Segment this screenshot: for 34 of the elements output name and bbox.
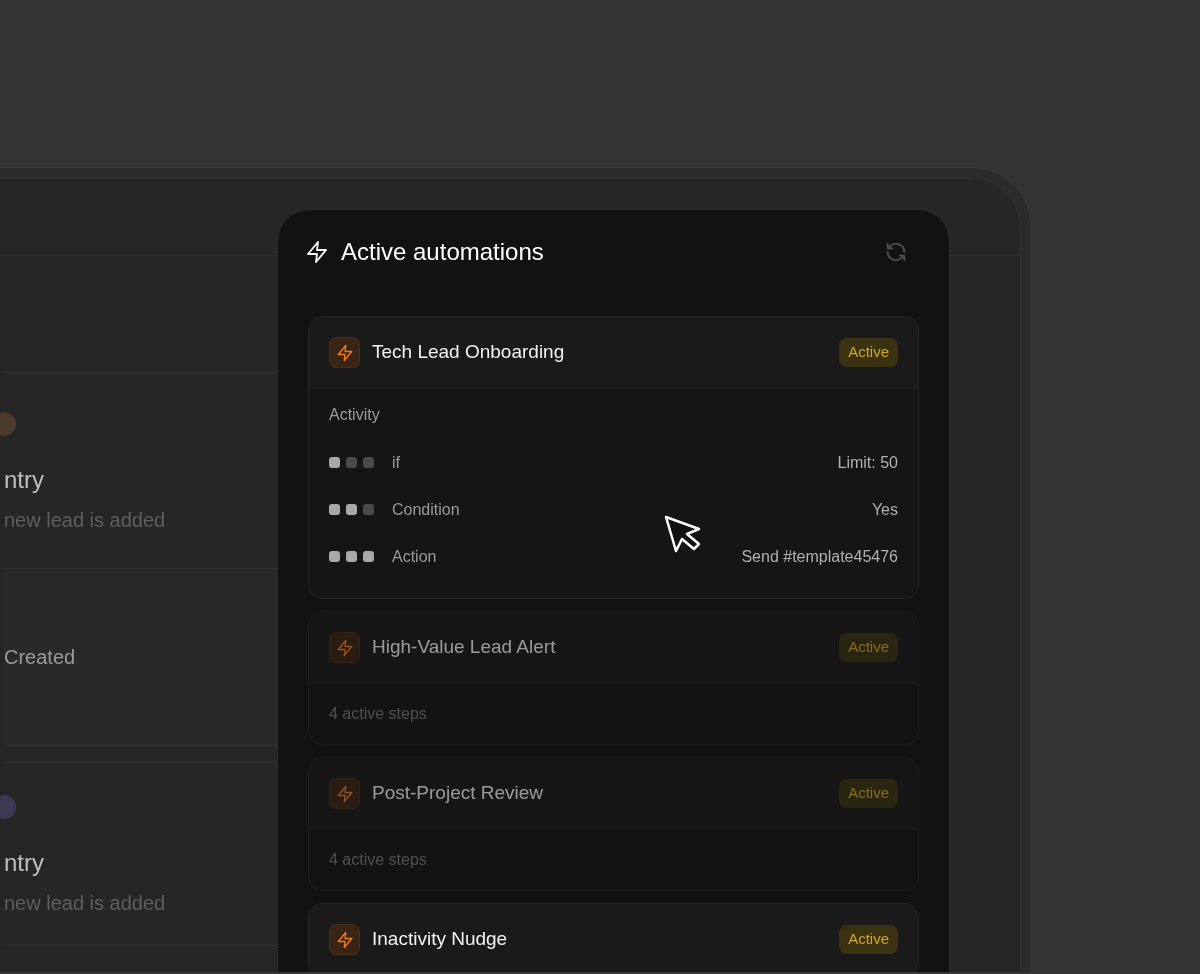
section-label: Activity (329, 405, 381, 425)
automation-name: Post-Project Review (372, 781, 545, 806)
automation-card[interactable]: Inactivity Nudge Active (308, 903, 919, 972)
card-title: ntry (4, 850, 45, 875)
card-subtitle: new lead is added (4, 509, 167, 530)
automation-name: Inactivity Nudge (372, 927, 509, 952)
automation-card[interactable]: Post-Project Review Active 4 active steps (308, 757, 919, 891)
status-badge: Active (839, 338, 898, 367)
card-title: Created (4, 647, 77, 667)
bolt-icon (329, 632, 360, 663)
bolt-icon (305, 240, 329, 264)
status-badge: Active (839, 925, 898, 954)
card-subtitle: new lead is added (4, 892, 167, 913)
step-value: Limit: 50 (837, 452, 898, 473)
automation-card[interactable]: Tech Lead Onboarding Active Activity if Limit: 50 Condition Yes Action Send #template45476 (308, 316, 919, 599)
automation-name: High-Value Lead Alert (372, 635, 557, 660)
status-badge: Active (839, 633, 898, 662)
status-badge: Active (839, 779, 898, 808)
cursor-icon (664, 515, 702, 555)
bolt-icon (329, 337, 360, 368)
step-summary: 4 active steps (329, 850, 427, 870)
step-label: if (392, 452, 401, 473)
step-label: Condition (392, 499, 461, 520)
step-summary: 4 active steps (329, 704, 427, 724)
bolt-icon (329, 924, 360, 955)
automation-card[interactable]: High-Value Lead Alert Active 4 active steps (308, 611, 919, 745)
card-title: ntry (4, 467, 45, 492)
refresh-icon[interactable] (885, 241, 907, 263)
bolt-icon (329, 778, 360, 809)
step-value: Send #template45476 (741, 546, 898, 567)
panel-title: Active automations (341, 237, 545, 267)
automation-name: Tech Lead Onboarding (372, 340, 566, 365)
step-label: Action (392, 546, 438, 567)
step-value: Yes (871, 499, 898, 520)
